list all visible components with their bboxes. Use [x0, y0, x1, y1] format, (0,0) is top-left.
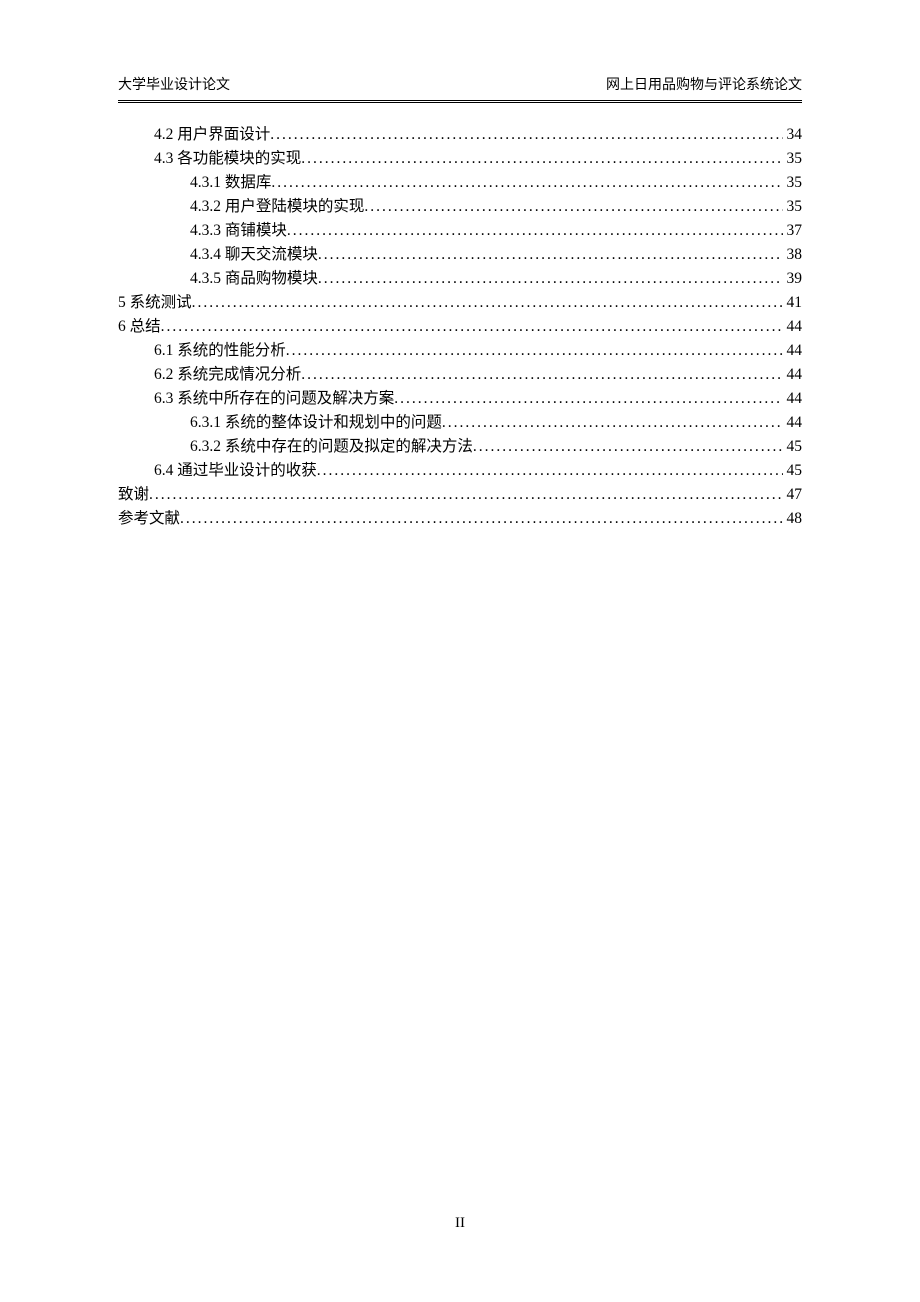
toc-leader-dots	[318, 267, 783, 291]
toc-entry-page: 45	[783, 459, 803, 483]
toc-entry-page: 44	[783, 363, 803, 387]
toc-entry-label: 6.3.2 系统中存在的问题及拟定的解决方法	[190, 435, 473, 459]
toc-entry-page: 37	[783, 219, 803, 243]
toc-entry: 6.3 系统中所存在的问题及解决方案 44	[118, 387, 802, 411]
toc-entry: 5 系统测试 41	[118, 291, 802, 315]
toc-entry-label: 致谢	[118, 483, 149, 507]
toc-entry-page: 34	[783, 123, 803, 147]
toc-entry-page: 47	[783, 483, 803, 507]
toc-entry-page: 35	[783, 171, 803, 195]
toc-entry-label: 6 总结	[118, 315, 161, 339]
page-number: II	[0, 1215, 920, 1232]
header-rule-top	[118, 100, 802, 101]
toc-entry: 4.3.1 数据库 35	[118, 171, 802, 195]
toc-leader-dots	[301, 363, 782, 387]
toc-entry-label: 4.3.3 商铺模块	[190, 219, 287, 243]
toc-entry-page: 38	[783, 243, 803, 267]
toc-entry-label: 4.3.1 数据库	[190, 171, 271, 195]
toc-entry-label: 参考文献	[118, 507, 180, 531]
toc-entry: 6.2 系统完成情况分析 44	[118, 363, 802, 387]
toc-entry-label: 6.3 系统中所存在的问题及解决方案	[154, 387, 394, 411]
toc-entry-label: 4.3.5 商品购物模块	[190, 267, 318, 291]
toc-entry: 6.4 通过毕业设计的收获 45	[118, 459, 802, 483]
header-right: 网上日用品购物与评论系统论文	[606, 74, 802, 94]
toc-leader-dots	[301, 147, 782, 171]
toc-leader-dots	[149, 483, 782, 507]
toc-leader-dots	[271, 171, 782, 195]
toc-leader-dots	[442, 411, 783, 435]
toc-entry-page: 39	[783, 267, 803, 291]
toc-entry: 6.3.1 系统的整体设计和规划中的问题 44	[118, 411, 802, 435]
toc-entry: 4.3.2 用户登陆模块的实现 35	[118, 195, 802, 219]
toc-entry-page: 45	[783, 435, 803, 459]
toc-entry: 4.3 各功能模块的实现 35	[118, 147, 802, 171]
toc-leader-dots	[192, 291, 783, 315]
toc-entry-label: 6.4 通过毕业设计的收获	[154, 459, 317, 483]
toc-entry-page: 44	[783, 387, 803, 411]
header-left: 大学毕业设计论文	[118, 74, 230, 94]
toc-entry: 6.3.2 系统中存在的问题及拟定的解决方法 45	[118, 435, 802, 459]
page-header: 大学毕业设计论文 网上日用品购物与评论系统论文	[118, 74, 802, 100]
toc-entry-label: 6.3.1 系统的整体设计和规划中的问题	[190, 411, 442, 435]
toc-leader-dots	[286, 339, 783, 363]
toc-entry: 6 总结 44	[118, 315, 802, 339]
header-rule-bottom	[118, 102, 802, 103]
toc-entry: 6.1 系统的性能分析 44	[118, 339, 802, 363]
toc-entry-label: 5 系统测试	[118, 291, 192, 315]
toc-entry-label: 4.2 用户界面设计	[154, 123, 270, 147]
toc-entry: 4.2 用户界面设计 34	[118, 123, 802, 147]
toc-leader-dots	[270, 123, 782, 147]
toc-entry-page: 44	[783, 315, 803, 339]
toc-leader-dots	[473, 435, 783, 459]
toc-entry: 4.3.3 商铺模块 37	[118, 219, 802, 243]
toc-leader-dots	[317, 459, 783, 483]
toc-entry-page: 35	[783, 195, 803, 219]
toc-entry-page: 44	[783, 339, 803, 363]
toc-leader-dots	[161, 315, 783, 339]
toc-entry: 4.3.4 聊天交流模块 38	[118, 243, 802, 267]
toc-leader-dots	[318, 243, 783, 267]
toc-entry-label: 4.3.4 聊天交流模块	[190, 243, 318, 267]
toc-entry-page: 35	[783, 147, 803, 171]
toc-entry-label: 6.2 系统完成情况分析	[154, 363, 301, 387]
table-of-contents: 4.2 用户界面设计344.3 各功能模块的实现354.3.1 数据库354.3…	[118, 123, 802, 531]
toc-entry: 参考文献 48	[118, 507, 802, 531]
toc-entry-page: 41	[783, 291, 803, 315]
toc-entry-page: 44	[783, 411, 803, 435]
toc-entry-label: 4.3 各功能模块的实现	[154, 147, 301, 171]
toc-leader-dots	[394, 387, 782, 411]
document-page: 大学毕业设计论文 网上日用品购物与评论系统论文 4.2 用户界面设计344.3 …	[0, 0, 920, 531]
toc-leader-dots	[287, 219, 783, 243]
toc-entry: 4.3.5 商品购物模块 39	[118, 267, 802, 291]
toc-entry: 致谢 47	[118, 483, 802, 507]
toc-leader-dots	[180, 507, 782, 531]
toc-leader-dots	[364, 195, 782, 219]
toc-entry-label: 4.3.2 用户登陆模块的实现	[190, 195, 364, 219]
toc-entry-page: 48	[783, 507, 803, 531]
toc-entry-label: 6.1 系统的性能分析	[154, 339, 286, 363]
